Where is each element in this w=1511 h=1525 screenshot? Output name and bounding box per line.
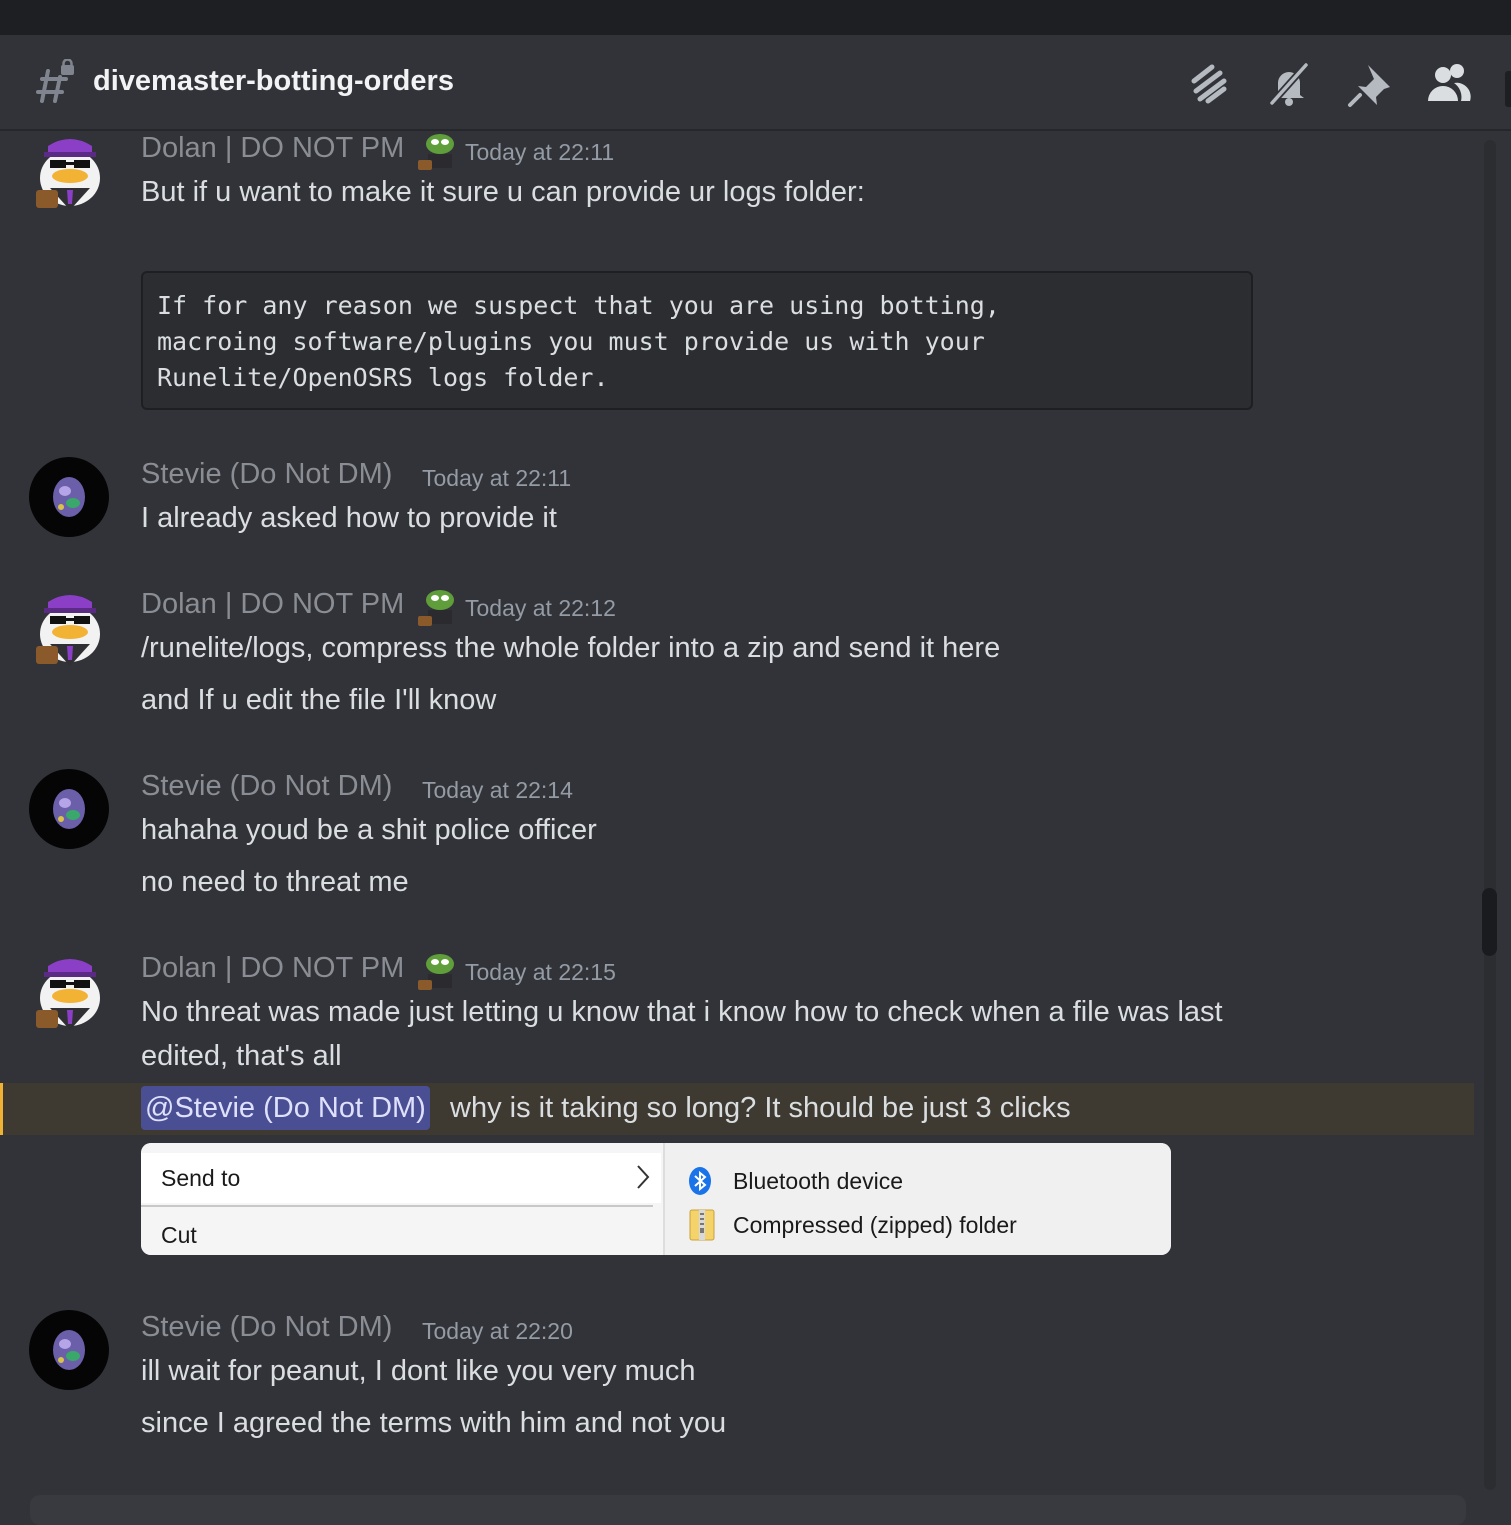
bluetooth-label: Bluetooth device	[733, 1168, 904, 1194]
stevie-avatar[interactable]	[29, 769, 109, 849]
message-text: No threat was made just letting u know t…	[141, 996, 1223, 1028]
message-timestamp: Today at 22:20	[422, 1318, 573, 1344]
cut-label: Cut	[161, 1222, 197, 1248]
panel-edge	[1505, 71, 1511, 107]
message-author[interactable]: Dolan | DO NOT PM	[141, 132, 404, 165]
dolan-avatar[interactable]	[30, 952, 110, 1032]
message-author[interactable]: Stevie (Do Not DM)	[141, 1311, 392, 1344]
pin-icon[interactable]	[1346, 59, 1396, 109]
message-text: and If u edit the file I'll know	[141, 684, 497, 716]
message-author[interactable]: Dolan | DO NOT PM	[141, 588, 404, 621]
code-line: macroing software/plugins you must provi…	[157, 327, 985, 356]
members-icon[interactable]	[1424, 59, 1474, 109]
zip-label: Compressed (zipped) folder	[733, 1212, 1017, 1238]
stevie-avatar[interactable]	[29, 1310, 109, 1390]
bluetooth-icon	[689, 1167, 711, 1195]
message-text: why is it taking so long? It should be j…	[450, 1092, 1071, 1124]
message-timestamp: Today at 22:11	[422, 465, 572, 491]
message-author[interactable]: Stevie (Do Not DM)	[141, 770, 392, 803]
dolan-avatar[interactable]	[30, 588, 110, 668]
message-text: hahaha youd be a shit police officer	[141, 814, 597, 846]
scrollbar-thumb[interactable]	[1482, 888, 1497, 956]
message-text: But if u want to make it sure u can prov…	[141, 176, 865, 208]
zip-folder-icon	[689, 1209, 715, 1241]
message-text: /runelite/logs, compress the whole folde…	[141, 632, 1001, 664]
message-timestamp: Today at 22:14	[422, 777, 573, 803]
message-composer[interactable]	[30, 1495, 1466, 1525]
threads-icon[interactable]	[1184, 59, 1234, 109]
pepe-badge-icon	[418, 590, 454, 626]
code-line: Runelite/OpenOSRS logs folder.	[157, 363, 609, 392]
message-text: no need to threat me	[141, 866, 409, 898]
code-line: If for any reason we suspect that you ar…	[157, 291, 1000, 320]
pepe-badge-icon	[418, 954, 454, 990]
menu-divider	[141, 1205, 653, 1207]
image-attachment[interactable]: Send to Cut Bluetooth device Compressed …	[141, 1143, 1171, 1255]
message-text: edited, that's all	[141, 1040, 342, 1072]
message-text: ill wait for peanut, I dont like you ver…	[141, 1355, 696, 1387]
scrollbar-track[interactable]	[1484, 140, 1496, 1490]
submenu: Bluetooth device Compressed (zipped) fol…	[665, 1143, 1171, 1255]
message-timestamp: Today at 22:11	[465, 139, 615, 165]
message-text: I already asked how to provide it	[141, 502, 557, 534]
message-timestamp: Today at 22:12	[465, 595, 616, 621]
chevron-right-icon	[637, 1165, 650, 1189]
message-author[interactable]: Dolan | DO NOT PM	[141, 952, 404, 985]
message-timestamp: Today at 22:15	[465, 959, 616, 985]
mute-bell-icon[interactable]	[1264, 59, 1314, 109]
message-text: since I agreed the terms with him and no…	[141, 1407, 727, 1439]
dolan-avatar[interactable]	[30, 132, 110, 212]
context-menu: Send to Cut	[141, 1143, 663, 1255]
message-author[interactable]: Stevie (Do Not DM)	[141, 458, 392, 491]
window-top-bar	[0, 0, 1511, 35]
locked-channel-hash-icon	[36, 59, 74, 103]
channel-name: divemaster-botting-orders	[93, 65, 454, 97]
stevie-avatar[interactable]	[29, 457, 109, 537]
pepe-badge-icon	[418, 134, 454, 170]
channel-header: divemaster-botting-orders	[0, 35, 1511, 131]
user-mention[interactable]: @Stevie (Do Not DM)	[141, 1086, 430, 1130]
code-block: If for any reason we suspect that you ar…	[141, 271, 1253, 410]
send-to-label: Send to	[161, 1165, 241, 1191]
